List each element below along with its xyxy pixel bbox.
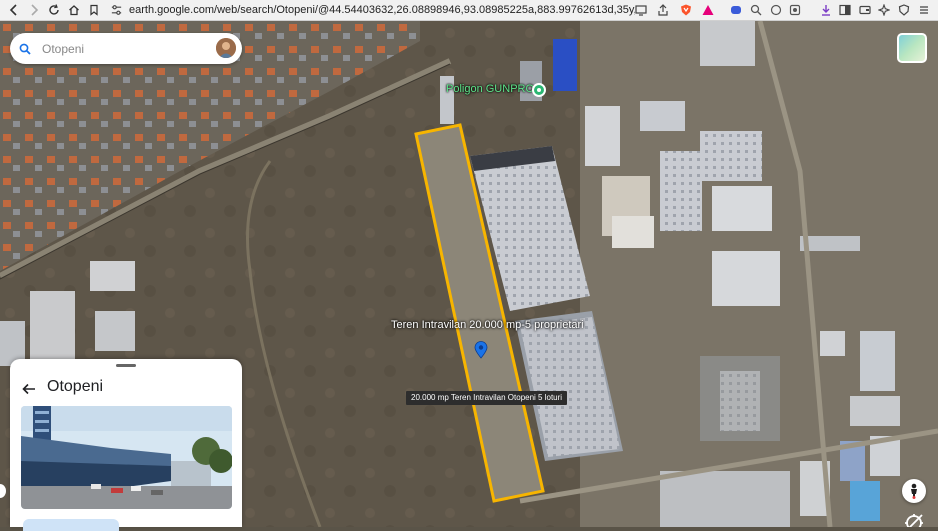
brave-shield-icon[interactable] (677, 0, 695, 20)
cast-icon[interactable] (632, 0, 650, 20)
place-photo[interactable] (21, 406, 232, 509)
place-panel: Otopeni (10, 359, 242, 531)
bookmark-icon[interactable] (84, 0, 104, 20)
address-bar[interactable]: earth.google.com/web/search/Otopeni/@44.… (110, 0, 635, 20)
extension-box-icon[interactable] (786, 0, 804, 20)
vpn-icon[interactable] (895, 0, 913, 20)
url-text[interactable]: earth.google.com/web/search/Otopeni/@44.… (129, 4, 635, 16)
search-input[interactable] (40, 40, 204, 57)
poi-label[interactable]: Poligon GUNPRO (446, 83, 534, 95)
search-box[interactable] (10, 33, 242, 64)
back-icon[interactable] (4, 0, 24, 20)
search-icon[interactable] (10, 34, 40, 64)
compass-icon (905, 514, 923, 527)
rewards-icon[interactable] (699, 0, 717, 20)
pegman-icon (911, 483, 917, 499)
extension-cloud-icon[interactable] (767, 0, 785, 20)
street-view-pegman-button[interactable] (902, 479, 926, 503)
sidebar-icon[interactable] (836, 0, 854, 20)
poi-marker-icon[interactable] (532, 83, 546, 97)
airport-photo (21, 406, 232, 509)
browser-toolbar: earth.google.com/web/search/Otopeni/@44.… (0, 0, 938, 21)
extension-blue-icon[interactable] (727, 0, 745, 20)
share-icon[interactable] (654, 0, 672, 20)
wallet-icon[interactable] (856, 0, 874, 20)
panel-title: Otopeni (47, 378, 104, 395)
action-chip[interactable] (23, 519, 119, 531)
map-layers-button[interactable] (897, 33, 927, 63)
site-settings-icon[interactable] (110, 3, 123, 17)
compass-button[interactable] (902, 511, 926, 527)
map-tooltip: 20.000 mp Teren Intravilan Otopeni 5 lot… (406, 391, 568, 405)
forward-icon[interactable] (24, 0, 44, 20)
home-icon[interactable] (64, 0, 84, 20)
extension-search-icon[interactable] (747, 0, 765, 20)
avatar[interactable] (216, 38, 236, 58)
place-label[interactable]: Teren Intravilan 20.000 mp-5 proprietari (391, 319, 584, 331)
reload-icon[interactable] (44, 0, 64, 20)
download-icon[interactable] (817, 0, 835, 20)
back-arrow-icon[interactable] (20, 380, 38, 398)
location-pin-icon[interactable] (474, 341, 488, 359)
menu-icon[interactable] (915, 0, 933, 20)
leo-icon[interactable] (875, 0, 893, 20)
panel-drag-handle[interactable] (116, 364, 136, 367)
